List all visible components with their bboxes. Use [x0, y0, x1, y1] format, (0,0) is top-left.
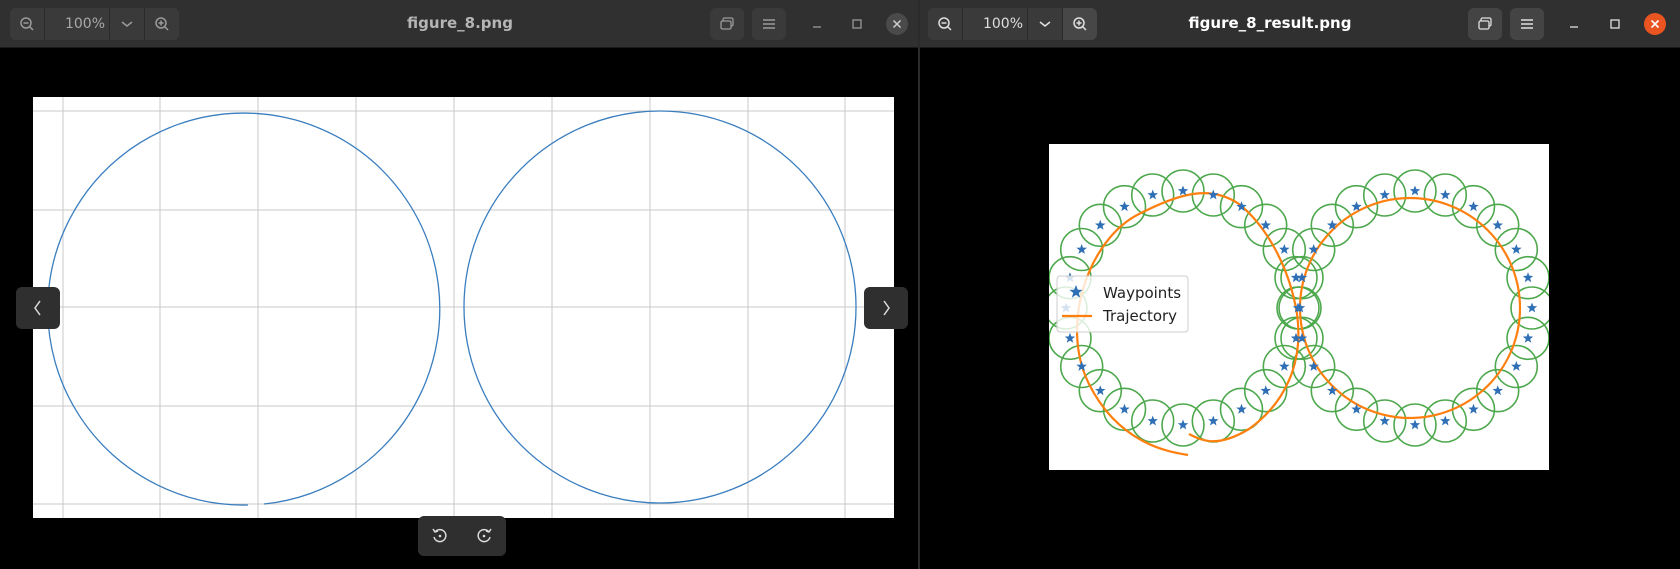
minimize-button[interactable]: [806, 13, 828, 35]
rotate-right-icon: [477, 528, 492, 543]
rotate-left-button[interactable]: [424, 520, 456, 552]
window-title: figure_8.png: [407, 14, 513, 32]
hamburger-menu-icon: [1521, 19, 1533, 29]
next-image-button[interactable]: [864, 287, 908, 329]
gallery-icon: [1478, 17, 1492, 30]
zoom-dropdown-button[interactable]: [109, 8, 144, 40]
minimize-button[interactable]: [1563, 13, 1585, 35]
zoom-out-button[interactable]: [928, 8, 962, 40]
previous-image-button[interactable]: [16, 287, 60, 329]
close-icon: [892, 19, 902, 29]
close-button[interactable]: [1644, 13, 1666, 35]
gallery-icon: [720, 17, 734, 30]
rotate-toolbar: [418, 516, 506, 556]
result-image: Waypoints Trajectory: [1049, 144, 1549, 470]
zoom-in-button[interactable]: [1062, 8, 1097, 40]
zoom-dropdown-button[interactable]: [1027, 8, 1062, 40]
image-viewer-window-right: 100% figure_8_result.png Waypoints Traje…: [920, 0, 1680, 569]
main-menu-button[interactable]: [752, 8, 786, 40]
maximize-button[interactable]: [846, 13, 868, 35]
zoom-in-button[interactable]: [144, 8, 179, 40]
zoom-out-icon: [20, 17, 34, 31]
legend-label-waypoints: Waypoints: [1103, 284, 1181, 302]
zoom-level[interactable]: 100%: [44, 8, 109, 40]
image-viewer-window-left: 100% figure_8.png: [0, 0, 918, 569]
chevron-down-icon: [121, 21, 133, 27]
zoom-in-icon: [155, 17, 169, 31]
zoom-in-icon: [1073, 17, 1087, 31]
figure-8-image: [33, 97, 894, 518]
header-bar: 100% figure_8.png: [0, 0, 918, 48]
rotate-right-button[interactable]: [468, 520, 500, 552]
minimize-icon: [1570, 26, 1578, 28]
gallery-button[interactable]: [1468, 8, 1502, 40]
header-bar: 100% figure_8_result.png: [920, 0, 1680, 48]
hamburger-menu-icon: [763, 19, 775, 29]
zoom-out-icon: [938, 17, 952, 31]
maximize-button[interactable]: [1604, 13, 1626, 35]
zoom-controls: 100%: [10, 8, 179, 40]
zoom-out-button[interactable]: [10, 8, 44, 40]
zoom-level[interactable]: 100%: [962, 8, 1027, 40]
zoom-controls: 100%: [928, 8, 1097, 40]
maximize-icon: [1610, 19, 1620, 29]
chevron-right-icon: [883, 300, 890, 316]
close-button[interactable]: [886, 13, 908, 35]
maximize-icon: [852, 19, 862, 29]
chevron-left-icon: [34, 300, 41, 316]
close-icon: [1650, 19, 1660, 29]
legend: Waypoints Trajectory: [1056, 275, 1189, 333]
gallery-button[interactable]: [710, 8, 744, 40]
legend-label-trajectory: Trajectory: [1102, 307, 1177, 325]
rotate-left-icon: [432, 528, 447, 543]
window-title: figure_8_result.png: [1188, 14, 1352, 32]
main-menu-button[interactable]: [1510, 8, 1544, 40]
chevron-down-icon: [1039, 21, 1051, 27]
minimize-icon: [813, 26, 821, 28]
